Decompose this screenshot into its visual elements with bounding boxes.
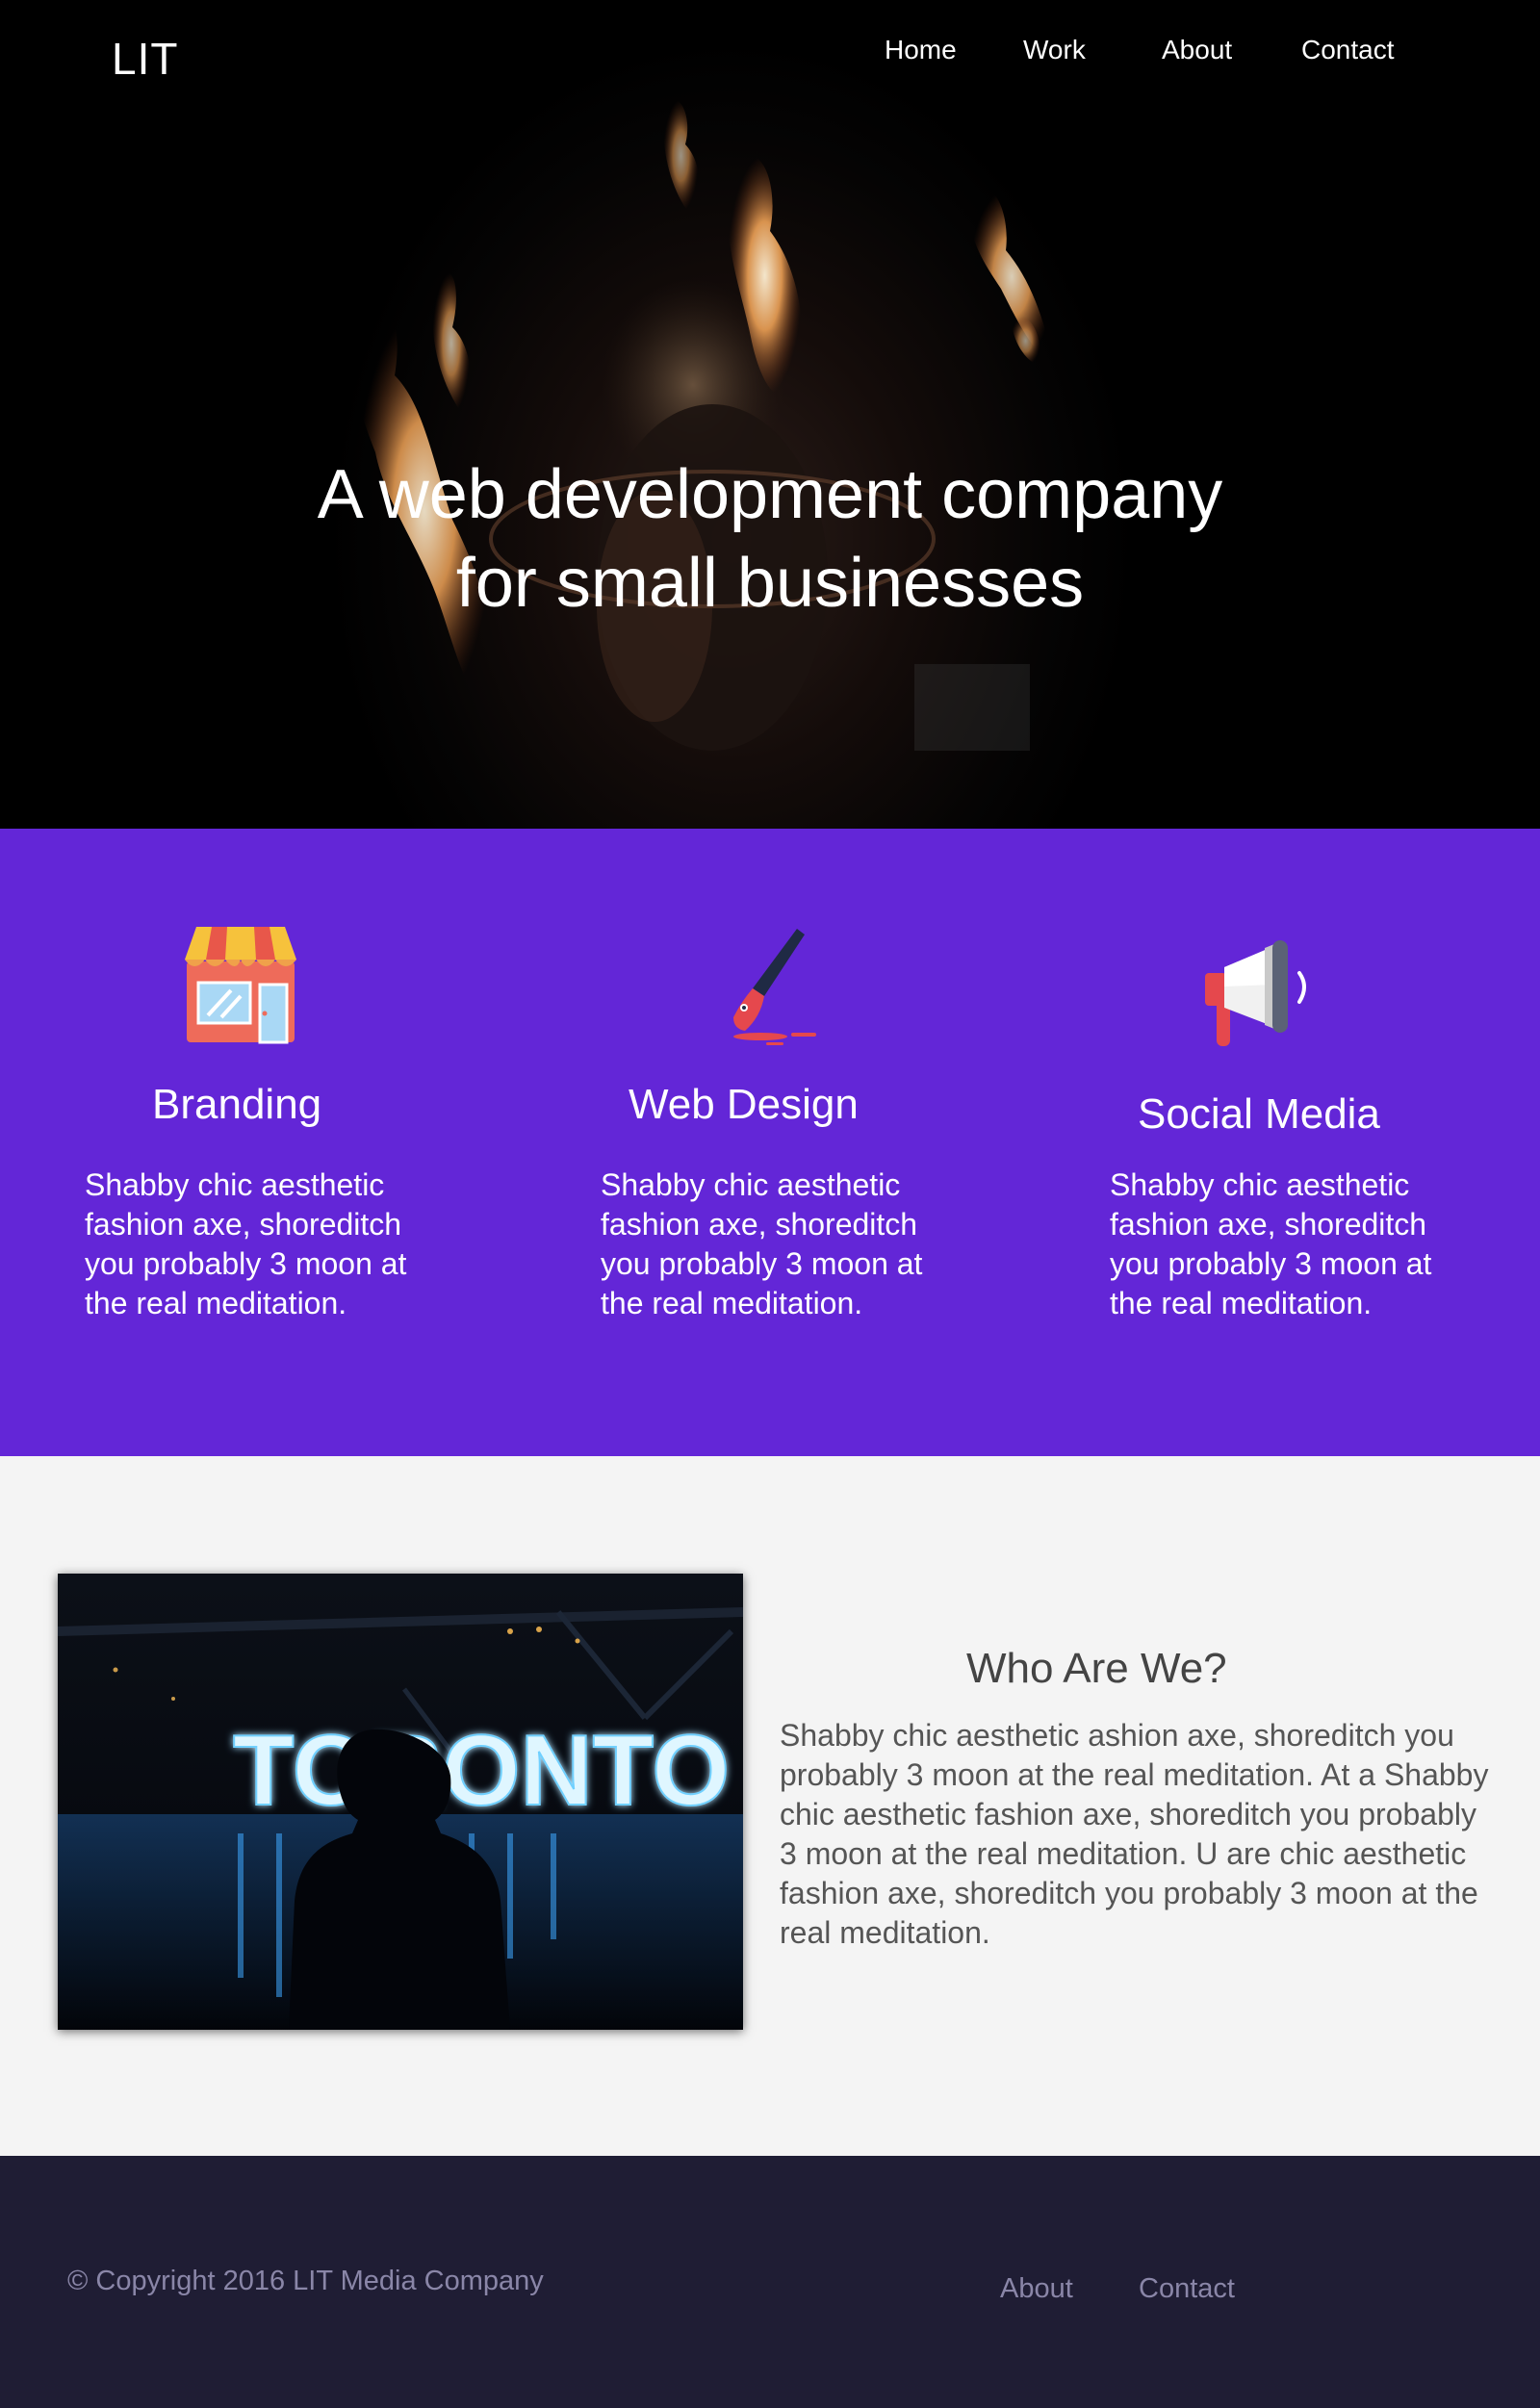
logo[interactable]: LIT	[112, 33, 178, 85]
nav-link-contact[interactable]: Contact	[1301, 35, 1395, 65]
hero-title-line2: for small businesses	[455, 545, 1085, 622]
service-text-web-design: Shabby chic aesthetic fashion axe, shore…	[601, 1167, 923, 1320]
service-title-web-design: Web Design	[629, 1081, 859, 1128]
top-navigation: LIT Home Work About Contact	[0, 0, 1540, 106]
photo-sign-text: TORONTO	[233, 1715, 730, 1827]
hero-title: A web development company for small busi…	[0, 450, 1540, 628]
hero-title-line1: A web development company	[317, 456, 1223, 533]
hero-background-image	[355, 99, 1054, 751]
nav-link-home[interactable]: Home	[885, 35, 957, 65]
service-text-branding: Shabby chic aesthetic fashion axe, shore…	[85, 1167, 407, 1320]
copyright-text: © Copyright 2016 LIT Media Company	[67, 2266, 544, 2296]
hero-section: LIT Home Work About Contact A web develo…	[0, 0, 1540, 829]
service-title-branding: Branding	[152, 1081, 322, 1128]
about-title: Who Are We?	[966, 1645, 1227, 1692]
service-text-social-media: Shabby chic aesthetic fashion axe, shore…	[1110, 1167, 1432, 1320]
nav-link-work[interactable]: Work	[1023, 35, 1086, 65]
paintbrush-icon	[733, 929, 816, 1045]
nav-link-about[interactable]: About	[1162, 35, 1232, 65]
footer-link-about[interactable]: About	[1000, 2273, 1073, 2305]
about-section: TORONTO Who Are We? Shabby chic aestheti…	[0, 1456, 1540, 2156]
storefront-icon	[185, 927, 296, 1044]
about-text: Shabby chic aesthetic ashion axe, shored…	[780, 1718, 1489, 1950]
toronto-sign-image: TORONTO	[58, 1574, 743, 2030]
service-title-social-media: Social Media	[1138, 1090, 1380, 1138]
footer: © Copyright 2016 LIT Media Company About…	[0, 2156, 1540, 2408]
about-photo: TORONTO	[58, 1574, 743, 2030]
services-section: Branding Shabby chic aesthetic fashion a…	[0, 829, 1540, 1456]
footer-link-contact[interactable]: Contact	[1139, 2273, 1235, 2305]
megaphone-icon	[1205, 940, 1306, 1046]
